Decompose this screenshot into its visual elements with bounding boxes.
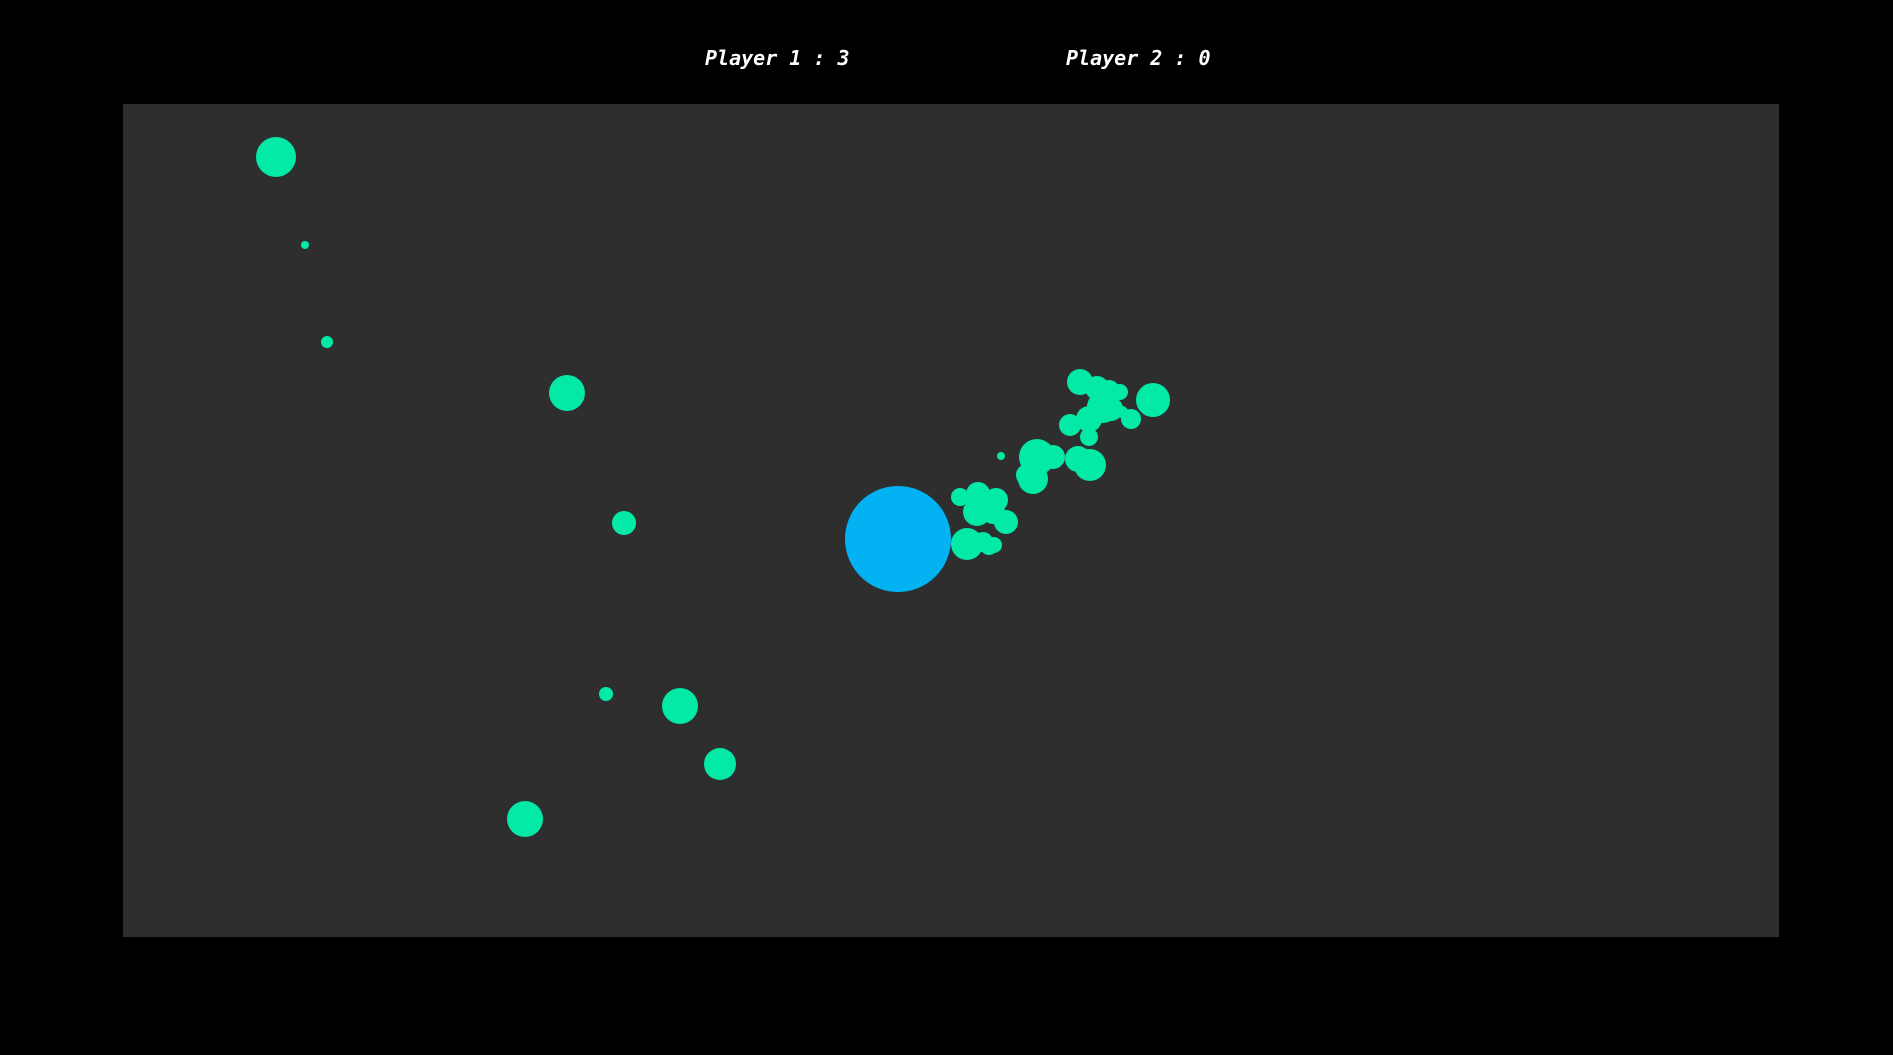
player-2-score-value: 0	[1198, 46, 1211, 70]
player-1-score-value: 3	[837, 46, 850, 70]
particle	[963, 498, 991, 526]
particle	[1041, 445, 1065, 469]
particle	[704, 748, 736, 780]
player-1-separator: :	[801, 46, 838, 70]
player-2-separator: :	[1162, 46, 1199, 70]
particle	[507, 801, 543, 837]
player-ball[interactable]	[845, 486, 951, 592]
particle	[1099, 397, 1123, 421]
particle	[1003, 515, 1017, 529]
scoreboard: Player 1 : 3 Player 2 : 0	[0, 44, 1893, 72]
particle	[1018, 464, 1048, 494]
particle	[549, 375, 585, 411]
particle	[1121, 409, 1141, 429]
player-1-label: Player 1	[705, 46, 802, 70]
particle	[662, 688, 698, 724]
player-2-label: Player 2	[1066, 46, 1163, 70]
particle	[1065, 446, 1091, 472]
game-arena[interactable]	[123, 104, 1779, 937]
particle	[986, 537, 1002, 553]
particle	[301, 241, 309, 249]
arena-canvas[interactable]	[123, 104, 1779, 937]
particle	[321, 336, 333, 348]
player-2-score: Player 2 : 0	[1066, 44, 1211, 72]
particle	[1136, 383, 1170, 417]
player-1-score: Player 1 : 3	[705, 44, 850, 72]
particle	[1080, 428, 1098, 446]
particle	[599, 687, 613, 701]
particle	[256, 137, 296, 177]
particle	[997, 452, 1005, 460]
particle	[612, 511, 636, 535]
particle	[1059, 414, 1081, 436]
